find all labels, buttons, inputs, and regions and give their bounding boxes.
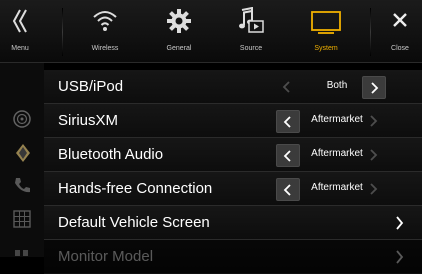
left-shortcut-dock <box>0 63 44 257</box>
wireless-icon <box>92 8 118 39</box>
diamond-icon[interactable] <box>13 143 31 168</box>
next-value-button[interactable] <box>362 144 384 165</box>
monitor-icon <box>311 11 341 40</box>
close-button[interactable]: Close <box>378 0 422 62</box>
next-value-button[interactable] <box>362 110 384 131</box>
top-navigation-bar: Menu Wireless General Source System Clos… <box>0 0 422 63</box>
close-icon <box>392 12 408 33</box>
gear-icon <box>166 8 192 39</box>
setting-label: USB/iPod <box>58 78 124 95</box>
disc-icon[interactable] <box>13 110 31 133</box>
next-value-button[interactable] <box>362 178 384 199</box>
chevron-right-icon <box>394 216 404 235</box>
chevron-right-icon <box>371 81 379 94</box>
tab-label: System <box>314 45 338 52</box>
chevron-right-icon <box>370 148 378 161</box>
tab-general[interactable]: General <box>146 0 212 62</box>
previous-value-button[interactable] <box>276 178 300 201</box>
tab-label: Source <box>239 45 263 52</box>
chevron-left-icon <box>283 115 291 128</box>
double-chevron-left-icon <box>11 8 29 39</box>
next-value-button[interactable] <box>362 76 386 99</box>
setting-row-bluetooth-audio[interactable]: Bluetooth Audio Aftermarket <box>44 138 422 172</box>
previous-value-button[interactable] <box>276 76 298 97</box>
tab-source[interactable]: Source <box>216 0 286 62</box>
previous-value-button[interactable] <box>276 144 300 167</box>
tab-wireless[interactable]: Wireless <box>70 0 140 62</box>
phone-icon[interactable] <box>13 176 31 199</box>
menu-button[interactable]: Menu <box>0 0 40 62</box>
chevron-left-icon <box>283 149 291 162</box>
setting-label: Default Vehicle Screen <box>58 214 210 231</box>
setting-row-default-vehicle-screen[interactable]: Default Vehicle Screen <box>44 206 422 240</box>
close-label: Close <box>391 45 409 52</box>
setting-row-siriusxm[interactable]: SiriusXM Aftermarket <box>44 104 422 138</box>
chevron-right-icon <box>370 182 378 195</box>
grid-icon[interactable] <box>13 210 31 233</box>
setting-label: SiriusXM <box>58 112 119 129</box>
music-source-icon <box>237 6 265 40</box>
setting-row-monitor-model[interactable]: Monitor Model <box>44 240 422 274</box>
previous-value-button[interactable] <box>276 110 300 133</box>
tab-system[interactable]: System <box>290 0 362 62</box>
divider <box>370 8 371 56</box>
tab-label: General <box>166 45 192 52</box>
chevron-left-icon <box>282 80 290 93</box>
setting-row-usb-ipod[interactable]: USB/iPod Both <box>44 70 422 104</box>
menu-label: Menu <box>11 45 29 52</box>
dock-icon-partial[interactable] <box>13 245 31 263</box>
chevron-right-icon <box>394 250 404 269</box>
setting-label: Hands-free Connection <box>58 180 213 197</box>
tab-label: Wireless <box>91 45 119 52</box>
setting-label: Bluetooth Audio <box>58 146 164 163</box>
divider <box>62 8 63 56</box>
setting-row-hands-free-connection[interactable]: Hands-free Connection Aftermarket <box>44 172 422 206</box>
chevron-right-icon <box>370 114 378 127</box>
chevron-left-icon <box>283 183 291 196</box>
